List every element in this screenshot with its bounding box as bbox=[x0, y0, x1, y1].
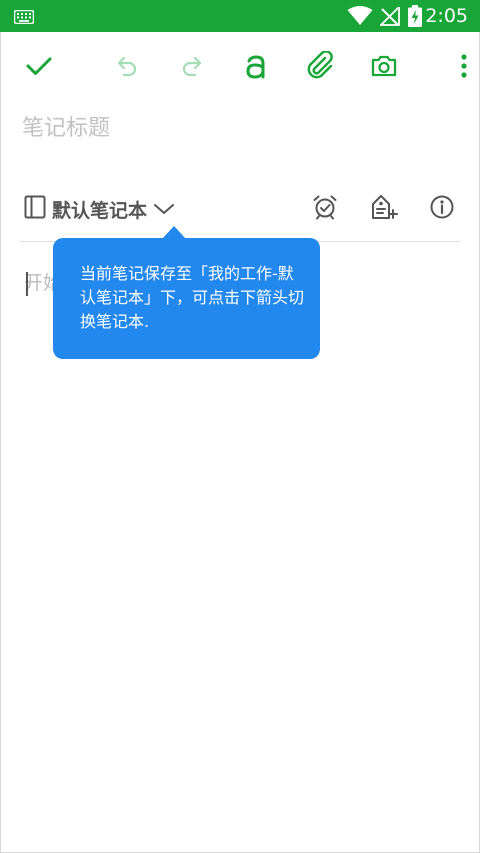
alarm-icon bbox=[312, 194, 338, 224]
more-vert-icon bbox=[461, 54, 467, 82]
note-title-input[interactable] bbox=[22, 108, 452, 148]
undo-button[interactable] bbox=[109, 50, 145, 86]
notebook-name: 默认笔记本 bbox=[52, 199, 148, 222]
note-info-button[interactable] bbox=[426, 193, 458, 225]
camera-button[interactable] bbox=[366, 50, 402, 86]
status-time: 2:05 bbox=[425, 5, 468, 27]
info-icon bbox=[429, 194, 455, 224]
status-bar: 2:05 bbox=[0, 0, 480, 32]
add-tag-button[interactable] bbox=[368, 193, 400, 225]
camera-icon bbox=[370, 54, 398, 82]
text-format-button[interactable] bbox=[238, 50, 274, 86]
notebook-selector[interactable]: 默认笔记本 bbox=[24, 194, 175, 224]
redo-icon bbox=[180, 54, 204, 82]
wifi-icon bbox=[347, 6, 373, 30]
undo-icon bbox=[115, 54, 139, 82]
redo-button[interactable] bbox=[174, 50, 210, 86]
tag-icon bbox=[370, 194, 398, 224]
done-button[interactable] bbox=[21, 50, 57, 86]
text-format-icon bbox=[245, 53, 267, 83]
text-cursor bbox=[26, 272, 28, 296]
notebook-row: 默认笔记本 bbox=[0, 186, 480, 232]
no-signal-icon bbox=[378, 4, 400, 30]
check-icon bbox=[26, 56, 52, 80]
reminder-button[interactable] bbox=[309, 193, 341, 225]
more-options-button[interactable] bbox=[446, 50, 480, 86]
notebook-tooltip[interactable]: 当前笔记保存至「我的工作-默认笔记本」下，可点击下箭头切换笔记本. bbox=[53, 238, 320, 359]
keyboard-icon bbox=[13, 9, 35, 28]
notebook-icon bbox=[24, 195, 46, 223]
editor-toolbar bbox=[0, 32, 480, 104]
chevron-down-icon[interactable] bbox=[153, 202, 175, 216]
tooltip-text: 当前笔记保存至「我的工作-默认笔记本」下，可点击下箭头切换笔记本. bbox=[80, 264, 305, 331]
attachment-button[interactable] bbox=[302, 50, 338, 86]
battery-charging-icon bbox=[408, 5, 422, 31]
attachment-icon bbox=[305, 50, 335, 85]
